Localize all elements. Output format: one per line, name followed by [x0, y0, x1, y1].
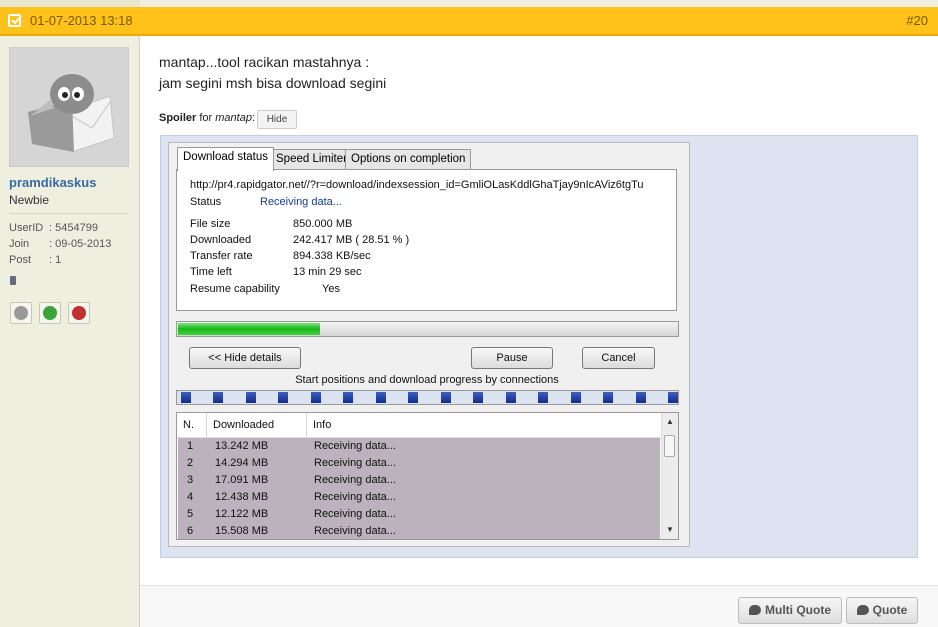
quote-button[interactable]: Quote — [846, 597, 918, 624]
post-header: 01-07-2013 13:18 #20 — [0, 7, 938, 36]
hide-details-button[interactable]: << Hide details — [189, 347, 301, 369]
downloaded-value: 242.417 MB ( 28.51 % ) — [293, 234, 410, 246]
download-url: http://pr4.rapidgator.net//?r=download/i… — [190, 179, 644, 191]
join-row: Join: 09-05-2013 — [9, 238, 112, 250]
table-row[interactable]: 4 12.438 MB Receiving data... — [178, 489, 660, 506]
minus-circle-icon — [14, 306, 28, 320]
transfer-rate-value: 894.338 KB/sec — [293, 250, 371, 262]
pause-button[interactable]: Pause — [471, 347, 553, 369]
user-sidebar: pramdikaskus Newbie UserID: 5454799 Join… — [0, 36, 140, 627]
top-strip — [0, 0, 938, 7]
reputation-bar — [10, 276, 16, 285]
user-rank: Newbie — [9, 193, 50, 207]
post-number[interactable]: #20 — [906, 13, 928, 28]
divider — [9, 213, 129, 214]
scroll-up-arrow-icon[interactable]: ▲ — [666, 417, 674, 426]
multi-quote-button[interactable]: Multi Quote — [738, 597, 842, 624]
transfer-rate-label: Transfer rate — [190, 250, 253, 262]
spoiler-hide-button[interactable]: Hide — [257, 110, 297, 129]
file-size-value: 850.000 MB — [293, 218, 353, 230]
connection-segment — [311, 392, 321, 403]
status-value: Receiving data... — [260, 196, 342, 208]
connection-segment — [441, 392, 451, 403]
connection-segment — [246, 392, 256, 403]
connection-segment — [376, 392, 386, 403]
checkbox-icon — [8, 14, 22, 27]
tab-speed-limiter[interactable]: Speed Limiter — [270, 149, 353, 170]
alert-icon — [72, 306, 86, 320]
report-button[interactable] — [68, 302, 90, 324]
tab-options-on-completion[interactable]: Options on completion — [345, 149, 472, 170]
table-scrollbar[interactable]: ▲ ▼ — [661, 413, 678, 539]
connection-segment — [571, 392, 581, 403]
tab-download-status[interactable]: Download status — [177, 147, 275, 171]
table-row[interactable]: 3 17.091 MB Receiving data... — [178, 472, 660, 489]
connections-progress-bar — [176, 390, 679, 405]
message-line-2: jam segini msh bisa download segini — [159, 75, 387, 91]
resume-value: Yes — [322, 283, 340, 295]
downloaded-label: Downloaded — [190, 234, 252, 246]
scroll-down-arrow-icon[interactable]: ▼ — [666, 525, 674, 534]
userid-row: UserID: 5454799 — [9, 222, 98, 234]
avatar[interactable] — [9, 47, 129, 167]
scroll-thumb[interactable] — [664, 435, 675, 457]
connection-segment — [473, 392, 483, 403]
connection-segment — [538, 392, 548, 403]
table-row[interactable]: 5 12.122 MB Receiving data... — [178, 506, 660, 523]
connection-segment — [668, 392, 678, 403]
connection-segment — [213, 392, 223, 403]
connections-caption: Start positions and download progress by… — [295, 374, 559, 386]
column-header-info[interactable]: Info — [307, 413, 661, 437]
message-line-1: mantap...tool racikan mastahnya : — [159, 54, 370, 70]
connection-segment — [603, 392, 613, 403]
table-row[interactable]: 6 15.508 MB Receiving data... — [178, 523, 660, 539]
post-count-row: Post: 1 — [9, 254, 62, 266]
add-friend-button[interactable] — [39, 302, 61, 324]
connection-segment — [506, 392, 516, 403]
speech-bubble-icon — [856, 605, 869, 615]
time-left-label: Time left — [190, 266, 232, 278]
table-rows: 1 13.242 MB Receiving data... 2 14.294 MB Re… — [178, 438, 660, 539]
speech-bubble-icon — [749, 605, 761, 615]
connection-segment — [278, 392, 288, 403]
cancel-button[interactable]: Cancel — [582, 347, 655, 369]
username[interactable]: pramdikaskus — [9, 175, 96, 190]
file-size-label: File size — [190, 218, 231, 230]
download-progress-bar — [176, 321, 679, 337]
table-row[interactable]: 2 14.294 MB Receiving data... — [178, 455, 660, 472]
post-date: 01-07-2013 13:18 — [30, 13, 133, 28]
resume-label: Resume capability — [190, 283, 280, 295]
plus-circle-icon — [43, 306, 57, 320]
connections-table: N. Downloaded Info 1 13.242 MB Receiving d… — [176, 412, 679, 540]
progress-fill — [178, 323, 320, 335]
column-header-downloaded[interactable]: Downloaded — [207, 413, 307, 437]
column-header-n[interactable]: N. — [177, 413, 207, 437]
status-label: Status — [190, 196, 222, 208]
table-row[interactable]: 1 13.242 MB Receiving data... — [178, 438, 660, 455]
send-message-button[interactable] — [10, 302, 32, 324]
connection-segment — [636, 392, 646, 403]
connection-segment — [181, 392, 191, 403]
spoiler-label: Spoiler for mantap: — [159, 112, 256, 124]
connection-segment — [343, 392, 353, 403]
connection-segment — [408, 392, 418, 403]
time-left-value: 13 min 29 sec — [293, 266, 362, 278]
